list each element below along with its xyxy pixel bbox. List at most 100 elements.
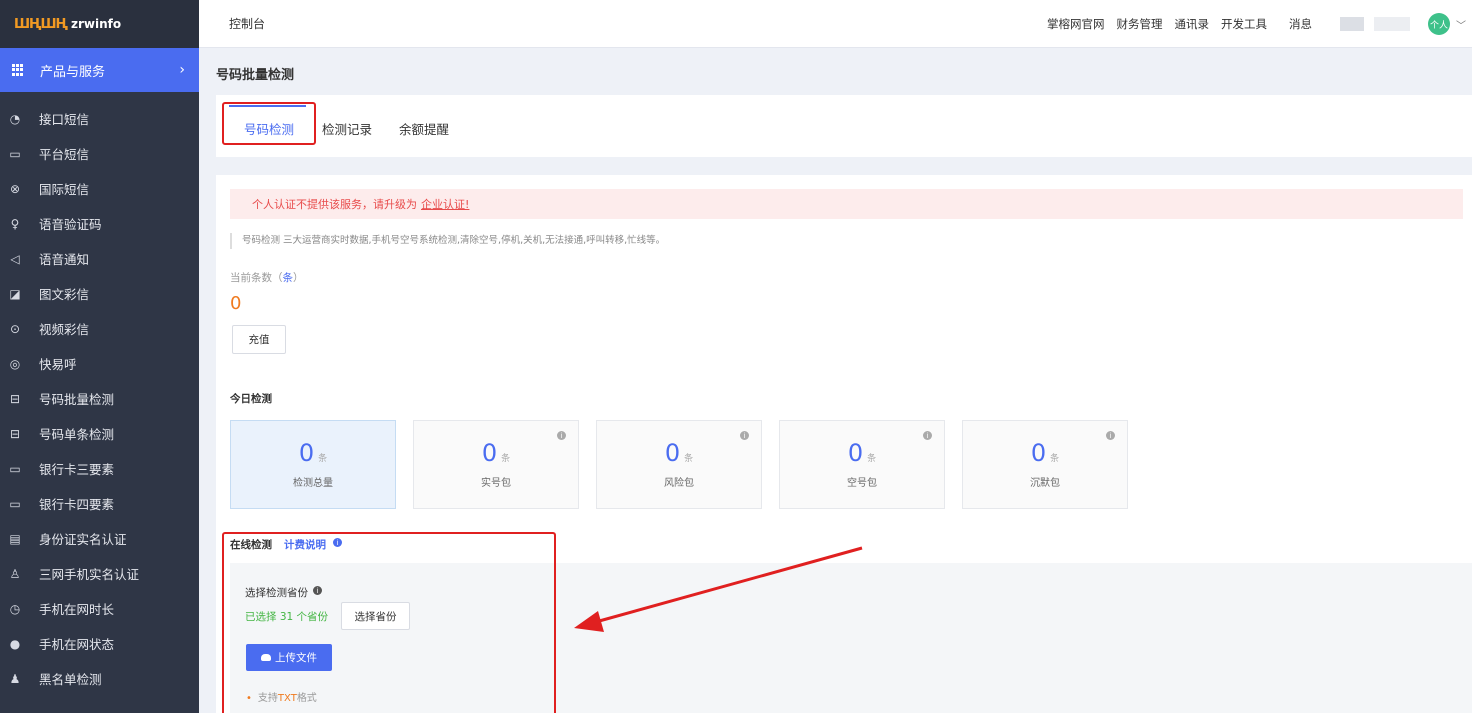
page-title: 号码批量检测	[216, 68, 295, 83]
sidebar-item-label: 快易呼	[39, 357, 77, 372]
chevron-right-icon: ›	[179, 62, 185, 78]
stat-value: 0	[298, 439, 315, 467]
top-nav: 掌榕网官网 财务管理 通讯录 开发工具 消息 个人 ﹀	[1047, 0, 1472, 48]
stat-card-real: i 0条 实号包	[413, 420, 579, 509]
stat-value: 0	[664, 439, 681, 467]
sidebar-item-label: 银行卡四要素	[39, 497, 115, 512]
balance-unit: 条	[282, 272, 294, 284]
card-icon: ▭	[9, 461, 21, 476]
stat-value-wrap: 0条	[231, 439, 395, 467]
nav-official-site[interactable]: 掌榕网官网	[1047, 16, 1105, 32]
sidebar-item-label: 号码批量检测	[39, 392, 115, 407]
sidebar-item-intl-sms[interactable]: ⊗ 国际短信	[0, 171, 199, 206]
balance-label-text: 当前条数（	[230, 272, 283, 284]
balance-label: 当前条数（条）	[230, 270, 304, 285]
sidebar-item-blacklist[interactable]: ♟ 黑名单检测	[0, 661, 199, 696]
tab-balance-reminder[interactable]: 余额提醒	[399, 119, 449, 138]
sidebar-item-id-verify[interactable]: ▤ 身份证实名认证	[0, 521, 199, 556]
play-circle-icon: ⊙	[9, 321, 21, 336]
stat-value-wrap: 0条	[414, 439, 578, 467]
sidebar-item-label: 银行卡三要素	[39, 462, 115, 477]
redacted-account-name	[1374, 17, 1410, 31]
sidebar-item-mms[interactable]: ◪ 图文彩信	[0, 276, 199, 311]
tab-check-records[interactable]: 检测记录	[322, 119, 372, 138]
sidebar-item-voice-notice[interactable]: ◁ 语音通知	[0, 241, 199, 276]
stat-value: 0	[1030, 439, 1047, 467]
nav-contacts[interactable]: 通讯录	[1175, 16, 1210, 32]
balance-value: 0	[230, 293, 242, 314]
sidebar-item-label: 号码单条检测	[39, 427, 115, 442]
stat-card-empty: i 0条 空号包	[779, 420, 945, 509]
sidebar-item-label: 黑名单检测	[39, 672, 102, 687]
today-title: 今日检测	[230, 393, 272, 405]
nav-finance[interactable]: 财务管理	[1117, 16, 1163, 32]
sidebar-item-label: 平台短信	[39, 147, 90, 162]
sidebar-item-video-mms[interactable]: ⊙ 视频彩信	[0, 311, 199, 346]
sidebar-item-single-check[interactable]: ⊟ 号码单条检测	[0, 416, 199, 451]
stat-label: 空号包	[847, 478, 877, 489]
card-icon: ▭	[9, 496, 21, 511]
sidebar-item-label: 语音通知	[39, 252, 90, 267]
batch-check-icon: ⊟	[9, 391, 21, 406]
stat-label: 检测总量	[293, 478, 333, 489]
compass-icon: ◎	[9, 356, 21, 371]
stat-card-total: 0条 检测总量	[230, 420, 396, 509]
stat-value: 0	[847, 439, 864, 467]
sidebar: ШҢШҢ zrwinfo 产品与服务 › ◔ 接口短信 ▭ 平台短信 ⊗ 国际短信 ♀…	[0, 0, 199, 713]
logo-text: zrwinfo	[70, 17, 122, 31]
microphone-icon: ♀	[10, 216, 20, 231]
stat-value-wrap: 0条	[780, 439, 944, 467]
stat-label: 沉默包	[1030, 478, 1060, 489]
speaker-icon: ◁	[10, 251, 20, 266]
highlight-box-tab	[222, 102, 316, 145]
products-services-menu[interactable]: 产品与服务 ›	[0, 48, 199, 92]
image-chart-icon: ◪	[9, 286, 21, 301]
globe-icon: ⊗	[9, 181, 21, 196]
products-services-label: 产品与服务	[40, 64, 106, 80]
sidebar-item-platform-sms[interactable]: ▭ 平台短信	[0, 136, 199, 171]
sidebar-item-batch-check[interactable]: ⊟ 号码批量检测	[0, 381, 199, 416]
sidebar-item-online-duration[interactable]: ◷ 手机在网时长	[0, 591, 199, 626]
id-card-icon: ▤	[9, 531, 21, 546]
sidebar-item-online-status[interactable]: ● 手机在网状态	[0, 626, 199, 661]
stat-unit: 条	[501, 454, 511, 464]
sidebar-item-phone-verify[interactable]: ♙ 三网手机实名认证	[0, 556, 199, 591]
description: 号码检测 三大运营商实时数据,手机号空号系统检测,清除空号,停机,关机,无法接通…	[230, 233, 665, 249]
single-check-icon: ⊟	[9, 426, 21, 441]
clock-icon: ◷	[9, 601, 21, 616]
sidebar-item-label: 手机在网时长	[39, 602, 115, 617]
sidebar-item-api-sms[interactable]: ◔ 接口短信	[0, 101, 199, 136]
sidebar-item-label: 身份证实名认证	[39, 532, 127, 547]
alert-text: 个人认证不提供该服务，请升级为	[252, 198, 417, 211]
sidebar-item-quick-call[interactable]: ◎ 快易呼	[0, 346, 199, 381]
stat-value-wrap: 0条	[963, 439, 1127, 467]
sidebar-item-label: 视频彩信	[39, 322, 90, 337]
sidebar-item-bankcard-3[interactable]: ▭ 银行卡三要素	[0, 451, 199, 486]
avatar[interactable]: 个人	[1428, 13, 1450, 35]
enterprise-auth-link[interactable]: 企业认证!	[421, 196, 469, 212]
stat-unit: 条	[684, 454, 694, 464]
logo[interactable]: ШҢШҢ zrwinfo	[0, 0, 199, 48]
nav-dev-tools[interactable]: 开发工具	[1221, 16, 1267, 32]
sidebar-item-label: 手机在网状态	[39, 637, 115, 652]
stat-label: 风险包	[664, 478, 694, 489]
stat-card-risk: i 0条 风险包	[596, 420, 762, 509]
sidebar-item-label: 图文彩信	[39, 287, 90, 302]
stat-unit: 条	[1050, 454, 1060, 464]
stat-label: 实号包	[481, 478, 511, 489]
breadcrumb[interactable]: 控制台	[229, 15, 265, 32]
alert-banner: 个人认证不提供该服务，请升级为 企业认证!	[230, 189, 1463, 219]
sidebar-item-label: 三网手机实名认证	[39, 567, 140, 582]
logo-mark-icon: ШҢШҢ	[14, 16, 68, 32]
sidebar-item-voice-code[interactable]: ♀ 语音验证码	[0, 206, 199, 241]
sidebar-item-label: 接口短信	[39, 112, 90, 127]
grid-icon	[12, 64, 24, 76]
chevron-down-icon[interactable]: ﹀	[1456, 17, 1466, 32]
tabs-card: 号码检测 检测记录 余额提醒	[216, 95, 1472, 157]
nav-messages[interactable]: 消息	[1289, 16, 1312, 32]
user-icon: ♙	[9, 566, 21, 581]
stat-value-wrap: 0条	[597, 439, 761, 467]
recharge-button[interactable]: 充值	[232, 325, 286, 354]
sidebar-item-bankcard-4[interactable]: ▭ 银行卡四要素	[0, 486, 199, 521]
balance-label-close: ）	[293, 272, 304, 284]
